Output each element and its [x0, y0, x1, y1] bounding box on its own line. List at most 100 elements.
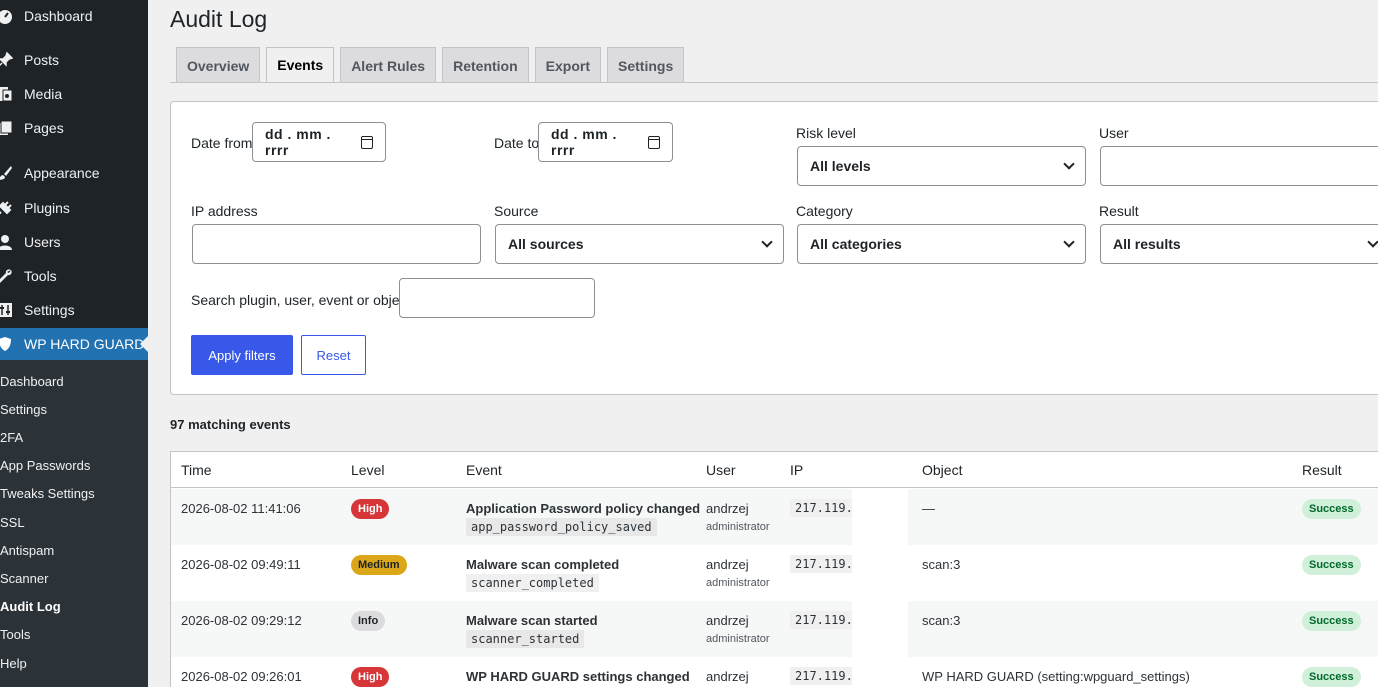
page-title: Audit Log — [170, 6, 268, 32]
menu-media[interactable]: Media — [0, 78, 148, 110]
risk-level-value: All levels — [810, 158, 871, 174]
submenu-item-tweaks-settings[interactable]: Tweaks Settings — [0, 485, 148, 503]
menu-plugins[interactable]: Plugins — [0, 192, 148, 224]
tab-alert-rules[interactable]: Alert Rules — [340, 47, 437, 83]
plugin-icon — [0, 200, 13, 216]
event-title: WP HARD GUARD settings changed — [466, 669, 690, 684]
event-time: 2026-08-02 09:49:11 — [181, 557, 301, 572]
brush-icon — [0, 165, 13, 181]
source-select[interactable]: All sources — [495, 224, 784, 264]
event-title: Application Password policy changed — [466, 501, 701, 516]
column-header-event[interactable]: Event — [466, 462, 502, 478]
submenu-item-2fa[interactable]: 2FA — [0, 429, 148, 447]
column-header-user[interactable]: User — [706, 462, 736, 478]
menu-pages[interactable]: Pages — [0, 112, 148, 144]
tab-retention[interactable]: Retention — [442, 47, 529, 83]
user-role: administrator — [706, 521, 770, 533]
tab-overview[interactable]: Overview — [176, 47, 261, 83]
event-ip: 217.119. — [790, 555, 858, 573]
column-header-object[interactable]: Object — [922, 462, 962, 478]
tab-events[interactable]: Events — [266, 47, 335, 83]
calendar-icon — [360, 135, 373, 149]
result-select[interactable]: All results — [1100, 224, 1378, 264]
menu-users[interactable]: Users — [0, 226, 148, 258]
media-icon — [0, 86, 13, 102]
column-header-result[interactable]: Result — [1302, 462, 1342, 478]
result-badge: Success — [1302, 499, 1361, 519]
search-input[interactable] — [399, 278, 595, 318]
category-label: Category — [796, 203, 853, 219]
menu-settings[interactable]: Settings — [0, 294, 148, 326]
date-from-value: dd . mm . rrrr — [265, 126, 331, 158]
user-input[interactable] — [1100, 146, 1378, 186]
menu-tools[interactable]: Tools — [0, 260, 148, 292]
event-ip: 217.119. — [790, 667, 858, 685]
submenu-item-ssl[interactable]: SSL — [0, 514, 148, 532]
table-row[interactable]: 2026-08-02 09:49:11 Medium Malware scan … — [171, 545, 1378, 601]
admin-sidebar: Dashboard Posts Media Pages Appearance P… — [0, 0, 148, 687]
menu-dashboard[interactable]: Dashboard — [0, 0, 148, 32]
level-badge: Medium — [351, 555, 407, 575]
column-header-ip[interactable]: IP — [790, 462, 803, 478]
result-badge: Success — [1302, 611, 1361, 631]
user-role: administrator — [706, 577, 770, 589]
menu-appearance[interactable]: Appearance — [0, 157, 148, 189]
table-row[interactable]: 2026-08-02 11:41:06 High Application Pas… — [171, 489, 1378, 545]
pages-icon — [0, 120, 13, 136]
event-title: Malware scan completed — [466, 557, 620, 572]
menu-label: Appearance — [24, 165, 100, 181]
result-badge: Success — [1302, 667, 1361, 687]
column-gap — [852, 488, 908, 687]
event-time: 2026-08-02 11:41:06 — [181, 501, 301, 516]
submenu-item-audit-log[interactable]: Audit Log — [0, 598, 148, 616]
reset-button[interactable]: Reset — [301, 335, 366, 375]
category-select[interactable]: All categories — [797, 224, 1086, 264]
submenu-item-settings[interactable]: Settings — [0, 401, 148, 419]
risk-level-select[interactable]: All levels — [797, 146, 1086, 186]
chevron-down-icon — [761, 236, 773, 248]
filter-panel: Date from dd . mm . rrrr Date to dd . mm… — [170, 101, 1378, 395]
result-value: All results — [1113, 236, 1181, 252]
chevron-down-icon — [1367, 236, 1378, 248]
menu-label: Media — [24, 86, 63, 102]
date-from-label: Date from — [191, 135, 253, 151]
tab-export[interactable]: Export — [534, 47, 602, 83]
user-label: User — [1099, 125, 1129, 141]
submenu-item-antispam[interactable]: Antispam — [0, 542, 148, 560]
table-row[interactable]: 2026-08-02 09:26:01 High WP HARD GUARD s… — [171, 657, 1378, 687]
source-value: All sources — [508, 236, 584, 252]
ip-address-input[interactable] — [192, 224, 481, 264]
source-label: Source — [494, 203, 539, 219]
result-badge: Success — [1302, 555, 1361, 575]
event-code: scanner_started — [466, 630, 585, 648]
submenu-item-dashboard[interactable]: Dashboard — [0, 373, 148, 391]
event-time: 2026-08-02 09:26:01 — [181, 669, 302, 684]
apply-filters-button[interactable]: Apply filters — [191, 335, 293, 375]
menu-label: Users — [24, 234, 61, 250]
risk-level-label: Risk level — [796, 125, 856, 141]
menu-wp-hard-guard[interactable]: WP HARD GUARD — [0, 328, 148, 360]
date-to-input[interactable]: dd . mm . rrrr — [538, 122, 673, 162]
table-row[interactable]: 2026-08-02 09:29:12 Info Malware scan st… — [171, 601, 1378, 657]
submenu-item-app-passwords[interactable]: App Passwords — [0, 457, 148, 475]
column-header-time[interactable]: Time — [181, 462, 212, 478]
menu-posts[interactable]: Posts — [0, 44, 148, 76]
submenu-item-tools[interactable]: Tools — [0, 626, 148, 644]
level-badge: High — [351, 667, 390, 687]
event-object: scan:3 — [922, 613, 961, 628]
event-object: scan:3 — [922, 557, 961, 572]
category-value: All categories — [810, 236, 902, 252]
chevron-down-icon — [1063, 236, 1075, 248]
tab-settings[interactable]: Settings — [607, 47, 685, 83]
submenu: Dashboard Settings 2FA App Passwords Twe… — [0, 360, 148, 687]
submenu-item-help[interactable]: Help — [0, 655, 148, 673]
level-badge: High — [351, 499, 390, 519]
submenu-item-scanner[interactable]: Scanner — [0, 570, 148, 588]
menu-label: Posts — [24, 52, 60, 68]
menu-label: Plugins — [24, 200, 70, 216]
date-from-input[interactable]: dd . mm . rrrr — [252, 122, 386, 162]
table-header: Time Level Event User IP Object Result — [171, 452, 1378, 488]
menu-label: Pages — [24, 120, 64, 136]
calendar-icon — [647, 135, 660, 149]
column-header-level[interactable]: Level — [351, 462, 384, 478]
